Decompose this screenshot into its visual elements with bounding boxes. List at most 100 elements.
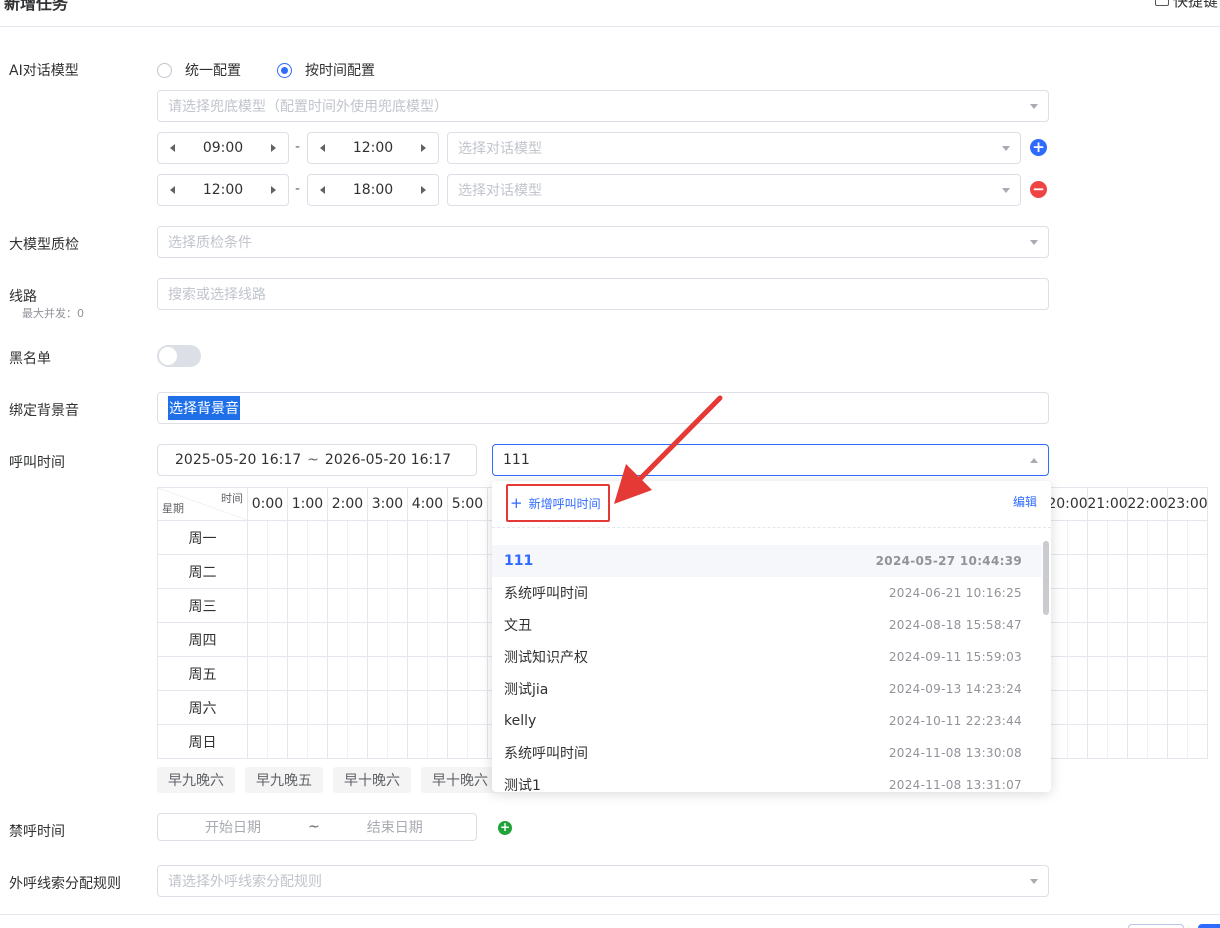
arrow-right-icon[interactable]: [270, 186, 276, 194]
grid-half-hour-cell[interactable]: [408, 521, 428, 555]
dropdown-option[interactable]: 测试1 2024-11-08 13:31:07: [492, 769, 1042, 792]
grid-half-hour-cell[interactable]: [1048, 555, 1068, 589]
blacklist-toggle[interactable]: [157, 345, 201, 367]
grid-half-hour-cell[interactable]: [1048, 725, 1068, 759]
grid-half-hour-cell[interactable]: [388, 725, 408, 759]
grid-half-hour-cell[interactable]: [1188, 521, 1208, 555]
grid-half-hour-cell[interactable]: [1148, 623, 1168, 657]
arrow-right-icon[interactable]: [420, 144, 426, 152]
grid-half-hour-cell[interactable]: [1048, 521, 1068, 555]
line-search-input[interactable]: 搜索或选择线路: [157, 278, 1049, 310]
slot-2-end-stepper[interactable]: 18:00: [307, 174, 439, 206]
grid-half-hour-cell[interactable]: [1168, 555, 1188, 589]
grid-half-hour-cell[interactable]: [408, 657, 428, 691]
grid-half-hour-cell[interactable]: [268, 589, 288, 623]
grid-half-hour-cell[interactable]: [1048, 691, 1068, 725]
grid-half-hour-cell[interactable]: [448, 521, 468, 555]
grid-half-hour-cell[interactable]: [1048, 623, 1068, 657]
slot-1-start-stepper[interactable]: 09:00: [157, 132, 289, 164]
remove-slot-button[interactable]: −: [1030, 181, 1047, 198]
grid-half-hour-cell[interactable]: [288, 521, 308, 555]
dropdown-option[interactable]: kelly 2024-10-11 22:23:44: [492, 705, 1042, 737]
grid-half-hour-cell[interactable]: [1088, 691, 1108, 725]
grid-half-hour-cell[interactable]: [1088, 521, 1108, 555]
cancel-button[interactable]: [1128, 924, 1184, 928]
grid-half-hour-cell[interactable]: [468, 555, 488, 589]
grid-half-hour-cell[interactable]: [1148, 725, 1168, 759]
grid-half-hour-cell[interactable]: [428, 725, 448, 759]
grid-half-hour-cell[interactable]: [1108, 657, 1128, 691]
grid-half-hour-cell[interactable]: [1188, 725, 1208, 759]
preset-tag[interactable]: 早九晚六: [157, 767, 235, 793]
grid-half-hour-cell[interactable]: [1168, 623, 1188, 657]
grid-half-hour-cell[interactable]: [1148, 521, 1168, 555]
grid-half-hour-cell[interactable]: [408, 623, 428, 657]
grid-half-hour-cell[interactable]: [1048, 657, 1068, 691]
grid-half-hour-cell[interactable]: [248, 725, 268, 759]
grid-half-hour-cell[interactable]: [468, 725, 488, 759]
grid-half-hour-cell[interactable]: [1108, 725, 1128, 759]
grid-half-hour-cell[interactable]: [268, 623, 288, 657]
dropdown-option[interactable]: 测试jia 2024-09-13 14:23:24: [492, 673, 1042, 705]
grid-half-hour-cell[interactable]: [268, 521, 288, 555]
grid-half-hour-cell[interactable]: [1128, 589, 1148, 623]
shortcut-button[interactable]: 快捷键: [1154, 0, 1218, 11]
dropdown-option[interactable]: 系统呼叫时间 2024-06-21 10:16:25: [492, 577, 1042, 609]
grid-half-hour-cell[interactable]: [348, 589, 368, 623]
grid-half-hour-cell[interactable]: [1088, 657, 1108, 691]
grid-half-hour-cell[interactable]: [268, 657, 288, 691]
grid-half-hour-cell[interactable]: [1128, 657, 1148, 691]
grid-half-hour-cell[interactable]: [288, 589, 308, 623]
grid-half-hour-cell[interactable]: [1068, 623, 1088, 657]
grid-half-hour-cell[interactable]: [248, 589, 268, 623]
arrow-left-icon[interactable]: [320, 186, 325, 194]
dropdown-option[interactable]: 111 2024-05-27 10:44:39: [492, 545, 1042, 577]
grid-half-hour-cell[interactable]: [448, 623, 468, 657]
grid-half-hour-cell[interactable]: [1168, 657, 1188, 691]
dropdown-option[interactable]: 测试知识产权 2024-09-11 15:59:03: [492, 641, 1042, 673]
grid-half-hour-cell[interactable]: [428, 521, 448, 555]
dropdown-option[interactable]: 文丑 2024-08-18 15:58:47: [492, 609, 1042, 641]
grid-half-hour-cell[interactable]: [1108, 521, 1128, 555]
grid-half-hour-cell[interactable]: [408, 589, 428, 623]
grid-half-hour-cell[interactable]: [248, 691, 268, 725]
grid-half-hour-cell[interactable]: [1108, 691, 1128, 725]
grid-half-hour-cell[interactable]: [1088, 725, 1108, 759]
confirm-button[interactable]: [1198, 924, 1220, 928]
grid-half-hour-cell[interactable]: [1168, 725, 1188, 759]
grid-half-hour-cell[interactable]: [1108, 555, 1128, 589]
add-no-call-button[interactable]: +: [498, 821, 512, 835]
grid-half-hour-cell[interactable]: [1128, 691, 1148, 725]
grid-half-hour-cell[interactable]: [468, 589, 488, 623]
grid-half-hour-cell[interactable]: [428, 691, 448, 725]
quality-select[interactable]: 选择质检条件: [157, 226, 1049, 258]
grid-half-hour-cell[interactable]: [348, 623, 368, 657]
grid-half-hour-cell[interactable]: [1148, 589, 1168, 623]
grid-half-hour-cell[interactable]: [388, 521, 408, 555]
grid-half-hour-cell[interactable]: [468, 623, 488, 657]
grid-half-hour-cell[interactable]: [1088, 623, 1108, 657]
grid-half-hour-cell[interactable]: [368, 589, 388, 623]
grid-half-hour-cell[interactable]: [328, 691, 348, 725]
grid-half-hour-cell[interactable]: [1168, 589, 1188, 623]
grid-half-hour-cell[interactable]: [428, 589, 448, 623]
grid-half-hour-cell[interactable]: [1108, 623, 1128, 657]
grid-half-hour-cell[interactable]: [468, 691, 488, 725]
grid-half-hour-cell[interactable]: [1188, 555, 1208, 589]
grid-half-hour-cell[interactable]: [348, 725, 368, 759]
grid-half-hour-cell[interactable]: [328, 725, 348, 759]
grid-half-hour-cell[interactable]: [408, 691, 428, 725]
grid-half-hour-cell[interactable]: [1068, 725, 1088, 759]
grid-half-hour-cell[interactable]: [1188, 589, 1208, 623]
grid-half-hour-cell[interactable]: [248, 521, 268, 555]
arrow-right-icon[interactable]: [420, 186, 426, 194]
grid-half-hour-cell[interactable]: [308, 725, 328, 759]
grid-half-hour-cell[interactable]: [388, 555, 408, 589]
grid-half-hour-cell[interactable]: [288, 691, 308, 725]
grid-half-hour-cell[interactable]: [448, 657, 468, 691]
preset-tag[interactable]: 早十晚六: [421, 767, 499, 793]
grid-half-hour-cell[interactable]: [328, 555, 348, 589]
grid-half-hour-cell[interactable]: [388, 691, 408, 725]
grid-half-hour-cell[interactable]: [308, 623, 328, 657]
grid-half-hour-cell[interactable]: [1168, 691, 1188, 725]
